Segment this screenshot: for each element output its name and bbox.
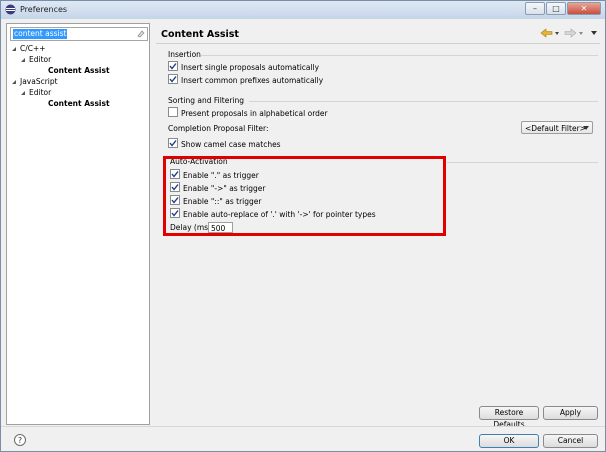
apply-button[interactable]: Apply <box>543 406 598 420</box>
sorting-group-title: Sorting and Filtering <box>168 96 245 105</box>
tree-node-js-content-assist[interactable]: Content Assist <box>48 99 110 109</box>
filter-input[interactable]: content assist <box>10 27 148 41</box>
minimize-button[interactable]: – <box>525 2 545 15</box>
eclipse-app-icon <box>5 4 16 15</box>
preferences-window: Preferences – □ ✕ content assist C/C++ E… <box>0 0 606 452</box>
back-arrow-icon[interactable] <box>540 28 559 38</box>
bottom-separator <box>1 426 605 427</box>
insertion-group-title: Insertion <box>168 50 201 59</box>
camel-case-label: Show camel case matches <box>181 139 281 149</box>
completion-filter-value: <Default Filter> <box>525 124 586 133</box>
expanded-twisty-icon[interactable] <box>11 46 17 52</box>
clear-filter-icon[interactable] <box>137 30 145 38</box>
tree-node-label: Content Assist <box>48 99 110 108</box>
chevron-down-icon <box>583 126 589 130</box>
expanded-twisty-icon[interactable] <box>11 79 17 85</box>
header-separator <box>156 43 600 44</box>
window-title: Preferences <box>20 5 68 14</box>
tree-node-label: Editor <box>29 88 52 97</box>
alphabetical-option[interactable]: Present proposals in alphabetical order <box>168 107 328 118</box>
checkmark-icon <box>169 76 177 83</box>
tree-node-label: Editor <box>29 55 52 64</box>
help-icon[interactable]: ? <box>14 434 26 446</box>
tree-node-label: Content Assist <box>48 66 110 75</box>
insert-single-checkbox[interactable] <box>168 61 178 71</box>
highlight-annotation-box <box>163 156 446 236</box>
completion-filter-select[interactable]: <Default Filter> <box>521 121 593 134</box>
tree-node-label: JavaScript <box>20 77 58 86</box>
restore-defaults-button[interactable]: Restore Defaults <box>479 406 539 429</box>
group-separator <box>249 101 598 102</box>
maximize-button[interactable]: □ <box>546 2 566 15</box>
insert-prefixes-label: Insert common prefixes automatically <box>181 75 324 85</box>
alphabetical-checkbox[interactable] <box>168 107 178 117</box>
camel-case-option[interactable]: Show camel case matches <box>168 138 281 149</box>
forward-arrow-icon[interactable] <box>564 28 583 38</box>
ok-button[interactable]: OK <box>479 434 539 448</box>
close-button[interactable]: ✕ <box>567 2 601 15</box>
cancel-button[interactable]: Cancel <box>543 434 598 448</box>
title-bar[interactable]: Preferences – □ ✕ <box>1 1 605 19</box>
view-menu-icon[interactable] <box>591 31 597 35</box>
checkmark-icon <box>169 140 177 147</box>
insert-prefixes-checkbox[interactable] <box>168 74 178 84</box>
checkmark-icon <box>169 63 177 70</box>
tree-node-label: C/C++ <box>20 44 46 53</box>
expanded-twisty-icon[interactable] <box>20 57 26 63</box>
completion-filter-label: Completion Proposal Filter: <box>168 124 269 133</box>
camel-case-checkbox[interactable] <box>168 138 178 148</box>
group-separator <box>201 55 598 56</box>
insert-prefixes-option[interactable]: Insert common prefixes automatically <box>168 74 323 85</box>
alphabetical-label: Present proposals in alphabetical order <box>181 108 328 118</box>
history-navigation <box>540 28 597 38</box>
insert-single-option[interactable]: Insert single proposals automatically <box>168 61 319 72</box>
preference-tree-pane: content assist C/C++ Editor Content Assi… <box>6 23 150 425</box>
tree-node-cpp-content-assist[interactable]: Content Assist <box>48 66 110 76</box>
filter-text: content assist <box>13 29 68 39</box>
insert-single-label: Insert single proposals automatically <box>181 62 320 72</box>
expanded-twisty-icon[interactable] <box>20 90 26 96</box>
group-separator <box>447 162 598 163</box>
page-title: Content Assist <box>161 29 239 40</box>
